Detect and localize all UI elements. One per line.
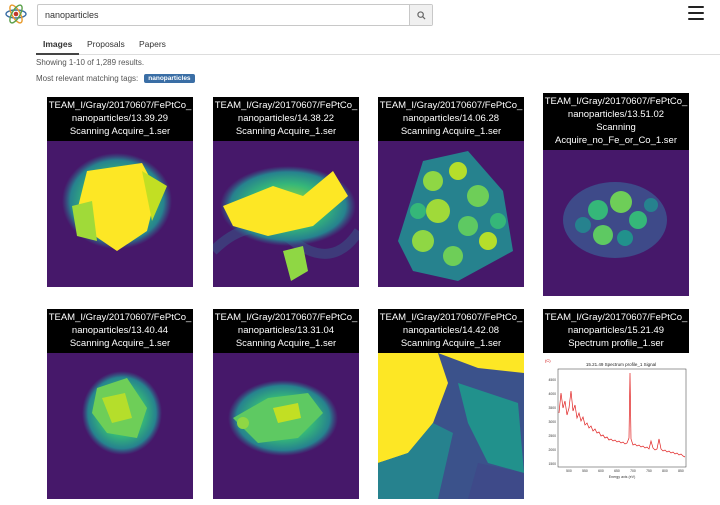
search-input[interactable] [38, 5, 409, 25]
image-caption: TEAM_I/Gray/20170607/FePtCo_ nanoparticl… [378, 309, 524, 353]
micrograph-thumbnail[interactable] [378, 141, 524, 287]
tab-papers[interactable]: Papers [132, 38, 173, 53]
spectrum-card[interactable]: TEAM_I/Gray/20170607/FePtCo_ nanoparticl… [543, 309, 689, 486]
image-card[interactable]: TEAM_I/Gray/20170607/FePtCo_ nanoparticl… [213, 97, 359, 287]
hamburger-menu-icon[interactable] [688, 6, 704, 20]
tags-label: Most relevant matching tags: [36, 74, 139, 83]
y-tick-label: 3000 [548, 420, 556, 424]
atom-logo-icon[interactable] [4, 2, 28, 26]
micrograph-thumbnail[interactable] [213, 353, 359, 499]
x-tick-label: 700 [630, 469, 636, 473]
image-card[interactable]: TEAM_I/Gray/20170607/FePtCo_ nanoparticl… [47, 97, 193, 287]
image-caption: TEAM_I/Gray/20170607/FePtCo_ nanoparticl… [543, 93, 689, 150]
image-caption: TEAM_I/Gray/20170607/FePtCo_ nanoparticl… [213, 97, 359, 141]
search-bar [37, 4, 433, 26]
tab-bar: Images Proposals Papers [36, 38, 720, 55]
image-caption: TEAM_I/Gray/20170607/FePtCo_ nanoparticl… [378, 97, 524, 141]
micrograph-thumbnail[interactable] [213, 141, 359, 287]
y-tick-label: 4500 [548, 378, 556, 382]
image-card[interactable]: TEAM_I/Gray/20170607/FePtCo_ nanoparticl… [543, 93, 689, 296]
image-card[interactable]: TEAM_I/Gray/20170607/FePtCo_ nanoparticl… [47, 309, 193, 499]
x-tick-label: 850 [678, 469, 684, 473]
y-tick-label: 3500 [548, 406, 556, 410]
search-button[interactable] [409, 5, 432, 25]
image-card[interactable]: TEAM_I/Gray/20170607/FePtCo_ nanoparticl… [213, 309, 359, 499]
micrograph-thumbnail[interactable] [47, 353, 193, 499]
image-caption: TEAM_I/Gray/20170607/FePtCo_ nanoparticl… [47, 309, 193, 353]
micrograph-thumbnail[interactable] [378, 353, 524, 499]
search-icon [416, 10, 426, 20]
y-tick-label: 1500 [548, 462, 556, 466]
image-caption: TEAM_I/Gray/20170607/FePtCo_ nanoparticl… [213, 309, 359, 353]
results-count: Showing 1-10 of 1,289 results. [36, 58, 145, 67]
image-card[interactable]: TEAM_I/Gray/20170607/FePtCo_ nanoparticl… [378, 309, 524, 499]
image-card[interactable]: TEAM_I/Gray/20170607/FePtCo_ nanoparticl… [378, 97, 524, 287]
spectrum-xlabel: Energy axis (eV) [609, 475, 636, 479]
y-tick-label: 2500 [548, 434, 556, 438]
tab-proposals[interactable]: Proposals [80, 38, 132, 53]
spectrum-plot-thumbnail[interactable]: (C) 15.21.49 Spectrum profile_1 Signal 4… [543, 353, 689, 481]
x-tick-label: 500 [566, 469, 572, 473]
x-tick-label: 550 [582, 469, 588, 473]
x-tick-label: 750 [646, 469, 652, 473]
micrograph-thumbnail[interactable] [543, 150, 689, 296]
micrograph-thumbnail[interactable] [47, 141, 193, 287]
tag-badge[interactable]: nanoparticles [144, 74, 195, 83]
image-caption: TEAM_I/Gray/20170607/FePtCo_ nanoparticl… [543, 309, 689, 353]
y-tick-label: 2000 [548, 448, 556, 452]
y-tick-label: 4000 [548, 392, 556, 396]
x-tick-label: 800 [662, 469, 668, 473]
tags-row: Most relevant matching tags: nanoparticl… [36, 74, 195, 83]
spectrum-title: 15.21.49 Spectrum profile_1 Signal [586, 362, 656, 367]
spectrum-corner-label: (C) [545, 358, 551, 363]
x-tick-label: 600 [598, 469, 604, 473]
x-tick-label: 650 [614, 469, 620, 473]
tab-images[interactable]: Images [36, 38, 80, 55]
image-caption: TEAM_I/Gray/20170607/FePtCo_ nanoparticl… [47, 97, 193, 141]
